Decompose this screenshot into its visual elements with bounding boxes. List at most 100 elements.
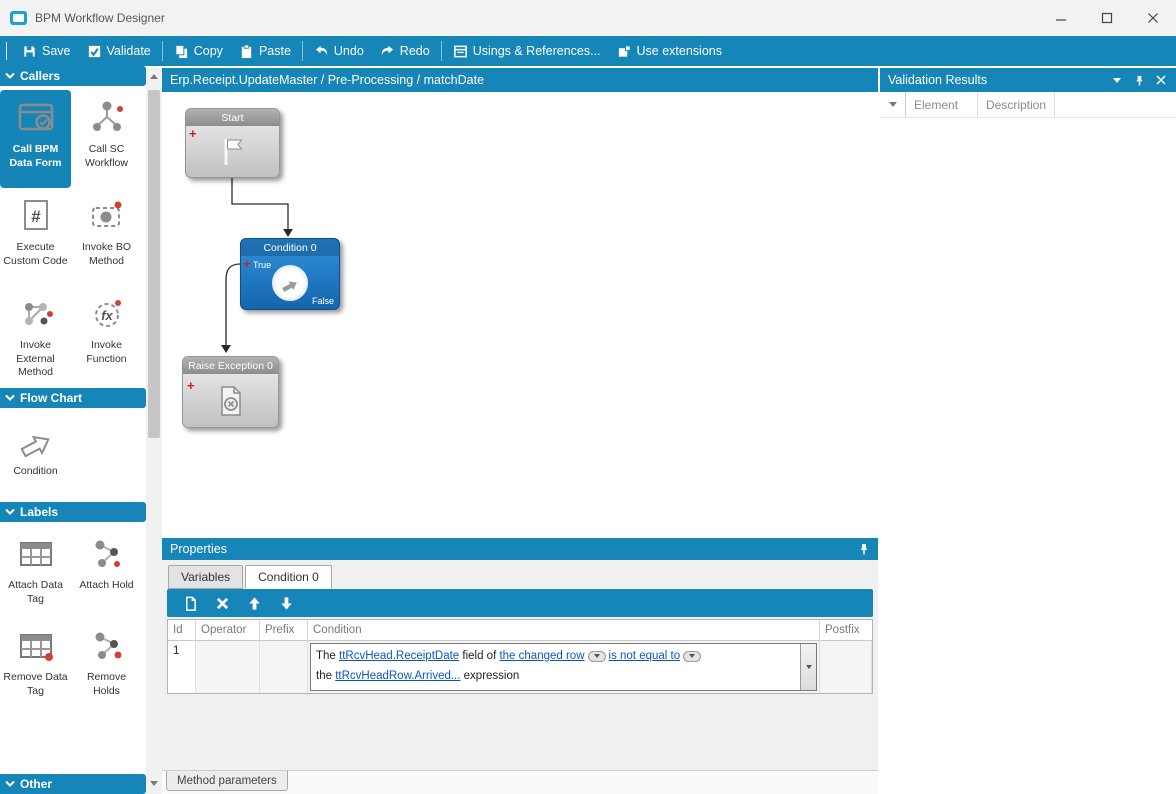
tool-label: Invoke BO Method xyxy=(73,241,140,268)
condition-editor[interactable]: The ttRcvHead.ReceiptDate field of the c… xyxy=(310,643,817,691)
tab-condition-0[interactable]: Condition 0 xyxy=(245,565,332,589)
pin-icon[interactable] xyxy=(858,543,870,555)
row-scope-link[interactable]: the changed row xyxy=(499,650,584,662)
save-button[interactable]: Save xyxy=(14,36,79,66)
cell-postfix[interactable] xyxy=(820,641,872,693)
tool-attach-data-tag[interactable]: Attach Data Tag xyxy=(0,526,71,618)
svg-text:#: # xyxy=(31,207,41,226)
section-header-labels[interactable]: Labels xyxy=(0,502,146,522)
scrollbar-thumb[interactable] xyxy=(148,90,160,438)
row-scope-dropdown[interactable] xyxy=(588,651,606,662)
tool-remove-holds[interactable]: Remove Holds xyxy=(71,618,142,710)
redo-button[interactable]: Redo xyxy=(372,36,438,66)
validate-icon xyxy=(87,44,102,59)
close-button[interactable] xyxy=(1130,0,1176,36)
column-description[interactable]: Description xyxy=(978,92,1055,117)
function-icon: fx xyxy=(87,294,127,334)
flag-icon xyxy=(218,136,248,168)
tool-invoke-bo-method[interactable]: Invoke BO Method xyxy=(71,188,142,286)
condition-table: Id Operator Prefix Condition Postfix 1 T… xyxy=(167,619,873,694)
extensions-icon xyxy=(617,44,632,59)
section-header-flow-chart[interactable]: Flow Chart xyxy=(0,388,146,408)
section-header-other[interactable]: Other xyxy=(0,774,146,794)
breadcrumb-text: Erp.Receipt.UpdateMaster / Pre-Processin… xyxy=(170,73,484,87)
caret-down-icon xyxy=(594,654,600,658)
properties-empty-area xyxy=(162,694,878,770)
data-tag-icon xyxy=(16,626,56,666)
move-down-button[interactable] xyxy=(271,591,301,615)
node-condition-0[interactable]: Condition 0 + True False xyxy=(240,238,340,310)
condition-combo-button[interactable] xyxy=(800,644,816,690)
labels-label: Labels xyxy=(20,505,58,519)
move-up-button[interactable] xyxy=(239,591,269,615)
scroll-down-icon[interactable] xyxy=(150,781,158,786)
filter-dropdown-button[interactable] xyxy=(880,92,906,117)
true-branch-label[interactable]: True xyxy=(253,260,271,270)
condition-row[interactable]: 1 The ttRcvHead.ReceiptDate field of the… xyxy=(168,641,872,693)
expression-link[interactable]: ttRcvHeadRow.Arrived... xyxy=(335,670,460,682)
use-extensions-button[interactable]: Use extensions xyxy=(609,36,730,66)
undo-button[interactable]: Undo xyxy=(306,36,372,66)
workflow-canvas[interactable]: Start + Condition 0 + True False Ra xyxy=(162,92,878,538)
maximize-button[interactable] xyxy=(1084,0,1130,36)
tool-execute-custom-code[interactable]: # Execute Custom Code xyxy=(0,188,71,286)
tab-method-parameters[interactable]: Method parameters xyxy=(166,771,288,791)
caret-down-icon xyxy=(806,665,812,669)
tool-label: Call SC Workflow xyxy=(73,143,140,170)
tab-variables[interactable]: Variables xyxy=(168,565,243,589)
hold-dots-icon xyxy=(87,534,127,574)
tool-attach-hold[interactable]: Attach Hold xyxy=(71,526,142,618)
minimize-button[interactable] xyxy=(1038,0,1084,36)
false-branch-label[interactable]: False xyxy=(312,296,334,306)
cell-condition[interactable]: The ttRcvHead.ReceiptDate field of the c… xyxy=(308,641,820,693)
tool-palette: Callers Call BPM Data Form Call SC Workf… xyxy=(0,66,162,794)
condition-table-header: Id Operator Prefix Condition Postfix xyxy=(168,620,872,641)
arrow-up-icon xyxy=(247,596,262,611)
undo-label: Undo xyxy=(334,44,364,58)
add-marker-icon[interactable]: + xyxy=(189,129,197,139)
caret-down-icon xyxy=(689,654,695,658)
sidebar-scrollbar[interactable] xyxy=(146,68,162,794)
scroll-up-icon[interactable] xyxy=(150,74,158,79)
extensions-label: Use extensions xyxy=(637,44,722,58)
operator-link[interactable]: is not equal to xyxy=(609,650,681,662)
tool-invoke-function[interactable]: fx Invoke Function xyxy=(71,286,142,384)
tool-label: Invoke Function xyxy=(73,339,140,366)
col-postfix: Postfix xyxy=(820,620,872,640)
new-row-button[interactable] xyxy=(175,591,205,615)
paste-button[interactable]: Paste xyxy=(231,36,299,66)
validation-results-title: Validation Results xyxy=(888,73,987,87)
tool-invoke-external-method[interactable]: Invoke External Method xyxy=(0,286,71,384)
tool-remove-data-tag[interactable]: Remove Data Tag xyxy=(0,618,71,710)
data-tag-icon xyxy=(16,534,56,574)
add-marker-icon[interactable]: + xyxy=(243,259,251,269)
exception-document-icon xyxy=(217,385,245,417)
validate-button[interactable]: Validate xyxy=(79,36,159,66)
panel-pin-button[interactable] xyxy=(1132,73,1146,87)
cell-prefix[interactable] xyxy=(260,641,308,693)
toolbar-separator xyxy=(302,41,303,61)
usings-references-button[interactable]: Usings & References... xyxy=(445,36,609,66)
usings-label: Usings & References... xyxy=(473,44,601,58)
section-header-callers[interactable]: Callers xyxy=(0,66,146,86)
panel-close-button[interactable] xyxy=(1154,73,1168,87)
tool-call-sc-workflow[interactable]: Call SC Workflow xyxy=(71,90,142,188)
column-element[interactable]: Element xyxy=(906,92,978,117)
node-raise-exception-0[interactable]: Raise Exception 0 + xyxy=(182,356,279,428)
tool-condition[interactable]: Condition xyxy=(0,412,71,498)
chevron-down-icon xyxy=(5,508,15,516)
add-marker-icon[interactable]: + xyxy=(187,381,195,391)
svg-text:fx: fx xyxy=(101,308,113,323)
tool-label: Execute Custom Code xyxy=(2,241,69,268)
cell-operator[interactable] xyxy=(196,641,260,693)
node-start[interactable]: Start + xyxy=(185,108,280,178)
copy-button[interactable]: Copy xyxy=(166,36,231,66)
delete-row-button[interactable] xyxy=(207,591,237,615)
operator-dropdown[interactable] xyxy=(683,651,701,662)
chevron-down-icon xyxy=(5,394,15,402)
tool-call-bpm-data-form[interactable]: Call BPM Data Form xyxy=(0,90,71,188)
field-link[interactable]: ttRcvHead.ReceiptDate xyxy=(339,650,459,662)
tool-label: Attach Data Tag xyxy=(2,579,69,606)
main-toolbar: Save Validate Copy Paste Undo Redo Using… xyxy=(0,36,1176,66)
panel-menu-button[interactable] xyxy=(1110,73,1124,87)
